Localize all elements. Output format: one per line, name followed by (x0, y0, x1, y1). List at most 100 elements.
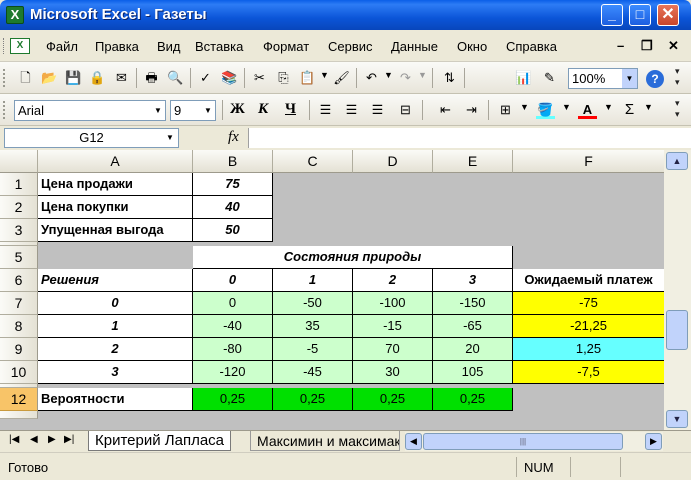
decisions-label[interactable]: Решения (38, 269, 193, 292)
decision-label-0[interactable]: 0 (38, 292, 193, 315)
payoff-cell[interactable]: -80 (193, 338, 273, 361)
menu-window[interactable]: Окно (457, 39, 487, 54)
undo-dropdown-icon[interactable]: ▼ (384, 70, 393, 80)
paste-icon[interactable]: 📋 (298, 69, 317, 87)
minimize-button[interactable]: _ (601, 4, 623, 26)
fill-color-dropdown-icon[interactable]: ▼ (562, 102, 571, 112)
formula-input[interactable] (248, 128, 691, 148)
doc-close-icon[interactable]: ✕ (668, 38, 679, 54)
payoff-cell[interactable]: 70 (353, 338, 433, 361)
email-icon[interactable]: ✉ (112, 69, 131, 87)
menu-view[interactable]: Вид (157, 39, 181, 54)
help-icon[interactable]: ? (646, 70, 664, 88)
insert-function-icon[interactable]: fx (228, 129, 239, 146)
payoff-cell[interactable]: -40 (193, 315, 273, 338)
print-preview-icon[interactable]: 🔍 (166, 69, 185, 87)
column-header-F[interactable]: F (513, 150, 665, 173)
param-value-2[interactable]: 40 (193, 196, 273, 219)
maximize-button[interactable]: □ (629, 4, 651, 26)
vertical-scroll-thumb[interactable] (666, 310, 688, 350)
probability-cell[interactable]: 0,25 (273, 388, 353, 411)
expected-payoff-cell[interactable]: 1,25 (513, 338, 665, 361)
doc-minimize-icon[interactable]: – (617, 38, 624, 53)
autosum-icon[interactable]: Σ (620, 101, 639, 119)
align-right-icon[interactable]: ☰ (368, 101, 387, 119)
toolbar-grip[interactable] (3, 69, 6, 87)
zoom-select[interactable]: 100% ▼ (568, 68, 638, 89)
format-painter-icon[interactable]: 🖌 (332, 69, 351, 87)
sort-ascending-icon[interactable]: ⇅ (440, 69, 459, 87)
menu-data[interactable]: Данные (391, 39, 438, 54)
menu-format[interactable]: Формат (263, 39, 309, 54)
print-icon[interactable]: 🖶 (142, 69, 161, 87)
scroll-left-icon[interactable]: ◀ (405, 433, 422, 450)
toolbar-options-icon[interactable]: ▾ ▾ (675, 66, 680, 88)
tab-maximin-maximax[interactable]: Максимин и максимакс (250, 431, 400, 451)
states-of-nature-header[interactable]: Состояния природы (193, 246, 513, 269)
row-header-1[interactable]: 1 (0, 173, 38, 196)
chevron-down-icon[interactable]: ▼ (151, 101, 165, 120)
menu-insert[interactable]: Вставка (195, 39, 243, 54)
menu-file[interactable]: Файл (46, 39, 78, 54)
next-sheet-icon[interactable]: ▶ (48, 434, 56, 445)
borders-dropdown-icon[interactable]: ▼ (520, 102, 529, 112)
toolbar-grip[interactable] (3, 101, 6, 119)
menu-grip[interactable] (3, 38, 6, 54)
font-color-icon[interactable]: A (578, 101, 597, 119)
payoff-cell[interactable]: 105 (433, 361, 513, 384)
font-color-dropdown-icon[interactable]: ▼ (604, 102, 613, 112)
tab-laplace-criterion[interactable]: Критерий Лапласа (88, 431, 232, 451)
italic-button[interactable]: К (258, 101, 268, 118)
param-label-1[interactable]: Цена продажи (38, 173, 193, 196)
align-center-icon[interactable]: ☰ (342, 101, 361, 119)
row-header-6[interactable]: 6 (0, 269, 38, 292)
payoff-cell[interactable]: -150 (433, 292, 513, 315)
redo-icon[interactable]: ↷ (396, 69, 415, 87)
name-box[interactable]: G12 ▼ (4, 128, 179, 148)
expected-payoff-cell[interactable]: -75 (513, 292, 665, 315)
chevron-down-icon[interactable]: ▼ (622, 69, 637, 88)
param-label-2[interactable]: Цена покупки (38, 196, 193, 219)
param-value-3[interactable]: 50 (193, 219, 273, 242)
state-header-3[interactable]: 3 (433, 269, 513, 292)
probability-cell[interactable]: 0,25 (193, 388, 273, 411)
row-header-12[interactable]: 12 (0, 388, 38, 411)
probability-cell[interactable]: 0,25 (433, 388, 513, 411)
payoff-cell[interactable]: 0 (193, 292, 273, 315)
probabilities-label[interactable]: Вероятности (38, 388, 193, 411)
bold-button[interactable]: Ж (230, 101, 245, 118)
row-header-8[interactable]: 8 (0, 315, 38, 338)
row-header-5[interactable]: 5 (0, 246, 38, 269)
state-header-2[interactable]: 2 (353, 269, 433, 292)
payoff-cell[interactable]: -5 (273, 338, 353, 361)
row-header-7[interactable]: 7 (0, 292, 38, 315)
increase-indent-icon[interactable]: ⇥ (462, 101, 481, 119)
column-header-C[interactable]: C (273, 150, 353, 173)
param-value-1[interactable]: 75 (193, 173, 273, 196)
payoff-cell[interactable]: -100 (353, 292, 433, 315)
decrease-indent-icon[interactable]: ⇤ (436, 101, 455, 119)
fill-color-icon[interactable]: 🪣 (536, 101, 555, 119)
font-size-select[interactable]: 9 ▼ (170, 100, 216, 121)
row-header-13[interactable]: 13 (0, 411, 38, 419)
toolbar-options-icon[interactable]: ▾ ▾ (675, 98, 680, 120)
menu-tools[interactable]: Сервис (328, 39, 373, 54)
state-header-0[interactable]: 0 (193, 269, 273, 292)
column-header-B[interactable]: B (193, 150, 273, 173)
expected-payoff-cell[interactable]: -21,25 (513, 315, 665, 338)
align-left-icon[interactable]: ☰ (316, 101, 335, 119)
new-icon[interactable]: 🗋 (16, 69, 35, 87)
expected-payoff-header[interactable]: Ожидаемый платеж (513, 269, 665, 292)
copy-icon[interactable]: ⎘ (274, 69, 293, 87)
last-sheet-icon[interactable]: ▶| (64, 434, 74, 445)
vertical-scrollbar[interactable]: ▲ ▼ (664, 150, 691, 430)
menu-help[interactable]: Справка (506, 39, 557, 54)
payoff-cell[interactable]: 35 (273, 315, 353, 338)
payoff-cell[interactable]: -50 (273, 292, 353, 315)
menu-edit[interactable]: Правка (95, 39, 139, 54)
row-header-2[interactable]: 2 (0, 196, 38, 219)
horizontal-scroll-thumb[interactable]: ||| (423, 433, 623, 450)
chevron-down-icon[interactable]: ▼ (162, 129, 178, 147)
payoff-cell[interactable]: -45 (273, 361, 353, 384)
chart-wizard-icon[interactable]: 📊 (514, 69, 533, 87)
